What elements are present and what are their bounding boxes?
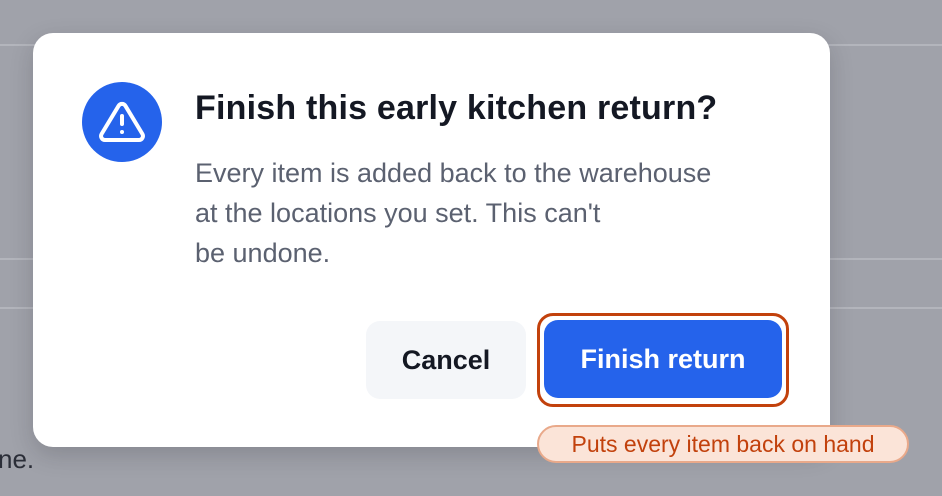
dialog-message: Every item is added back to the warehous… xyxy=(195,153,795,273)
warning-triangle-icon xyxy=(99,101,145,142)
confirm-dialog: Finish this early kitchen return? Every … xyxy=(33,33,830,447)
cancel-button[interactable]: Cancel xyxy=(366,321,526,399)
dialog-message-line: be undone. xyxy=(195,238,331,268)
dialog-title: Finish this early kitchen return? xyxy=(195,89,718,127)
finish-return-button[interactable]: Finish return xyxy=(544,320,782,398)
background-text: ne. xyxy=(0,444,35,474)
action-hint-tooltip: Puts every item back on hand xyxy=(537,425,909,463)
dialog-message-line: Every item is added back to the warehous… xyxy=(195,158,712,188)
warning-badge xyxy=(82,82,162,162)
dialog-message-line: at the locations you set. This can't xyxy=(195,198,601,228)
